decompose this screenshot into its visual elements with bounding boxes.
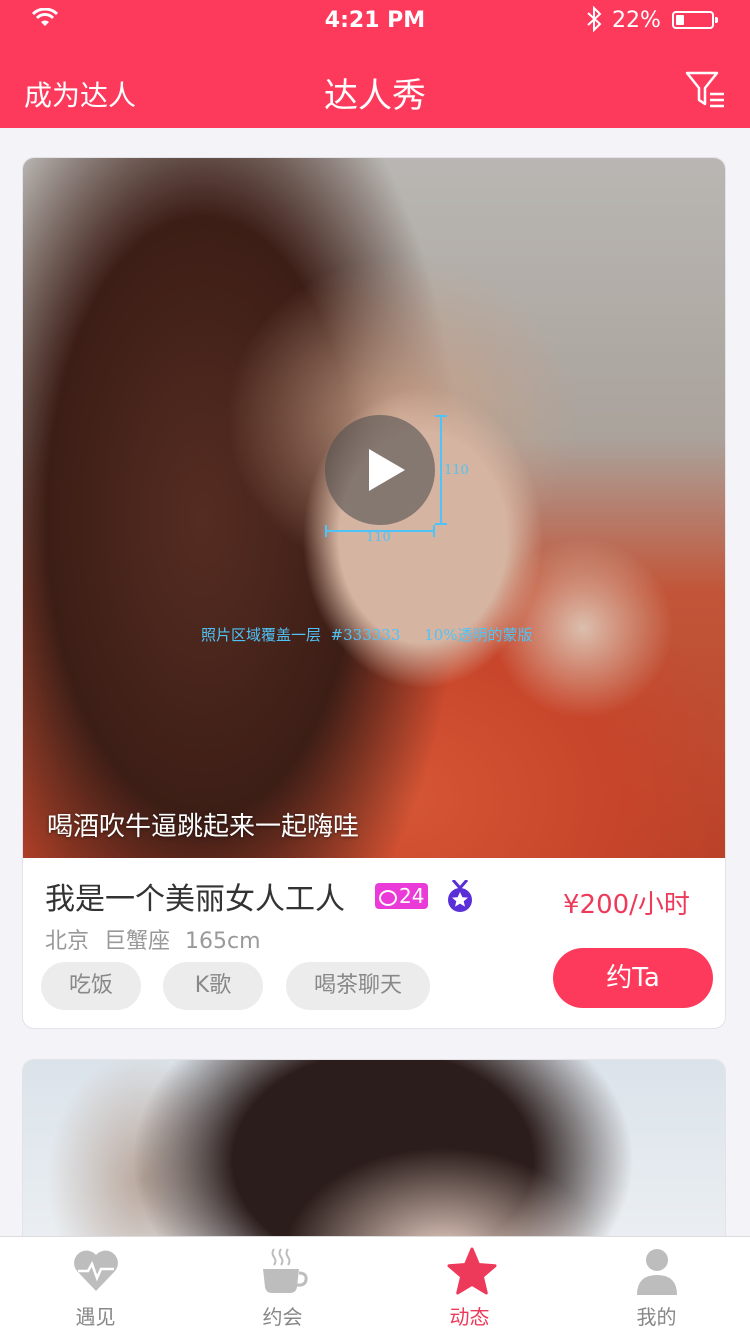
tab-label: 动态 <box>449 1305 490 1329</box>
dimension-label-width: 110 <box>366 530 391 545</box>
tab-me[interactable]: 我的 <box>563 1237 750 1335</box>
message-count-badge: 24 <box>375 883 429 909</box>
photo-caption: 喝酒吹牛逼跳起来一起嗨哇 <box>47 812 360 842</box>
expert-card[interactable]: 110 110 照片区域覆盖一层 #333333 10%透明的蒙版 喝酒吹牛逼跳… <box>22 157 726 1029</box>
dimension-line-vertical <box>435 415 447 525</box>
expert-photo[interactable]: 110 110 照片区域覆盖一层 #333333 10%透明的蒙版 喝酒吹牛逼跳… <box>23 158 725 858</box>
person-icon <box>637 1249 677 1295</box>
expert-meta: 北京 巨蟹座 165cm <box>45 923 261 955</box>
tab-meet[interactable]: 遇见 <box>2 1237 189 1335</box>
play-video-button[interactable] <box>325 415 435 525</box>
tab-label: 我的 <box>636 1305 677 1329</box>
interest-tag: 吃饭 <box>41 962 141 1010</box>
tab-label: 约会 <box>262 1305 303 1329</box>
interest-tag: 喝茶聊天 <box>286 962 430 1010</box>
expert-zodiac: 巨蟹座 <box>104 929 171 954</box>
message-count: 24 <box>399 884 425 908</box>
bluetooth-icon <box>587 6 602 32</box>
star-icon <box>447 1247 497 1295</box>
dimension-label-height: 110 <box>444 463 469 478</box>
book-expert-button[interactable]: 约Ta <box>553 948 713 1008</box>
hourly-price: ¥200/小时 <box>563 890 690 920</box>
tab-moments[interactable]: 动态 <box>376 1237 563 1335</box>
tab-label: 遇见 <box>75 1305 116 1329</box>
coffee-cup-icon <box>263 1248 308 1293</box>
tab-dating[interactable]: 约会 <box>189 1237 376 1335</box>
battery-percent: 22% <box>612 8 661 33</box>
expert-name: 我是一个美丽女人工人 <box>45 882 345 917</box>
interest-tag: K歌 <box>163 962 263 1010</box>
filter-icon[interactable] <box>684 70 728 110</box>
medal-icon <box>448 880 472 912</box>
design-annotation: 照片区域覆盖一层 #333333 10%透明的蒙版 <box>201 626 533 644</box>
app-header: 4:21 PM 22% 成为达人 达人秀 <box>0 0 750 128</box>
heart-pulse-icon <box>74 1250 118 1291</box>
page-title: 达人秀 <box>324 76 426 116</box>
tab-bar: 遇见 约会 动态 我的 <box>0 1236 750 1335</box>
chat-bubble-icon <box>379 889 397 906</box>
battery-icon <box>672 11 718 29</box>
expert-height: 165cm <box>185 929 261 954</box>
status-bar: 4:21 PM 22% <box>0 0 750 44</box>
expert-location: 北京 <box>45 929 90 954</box>
